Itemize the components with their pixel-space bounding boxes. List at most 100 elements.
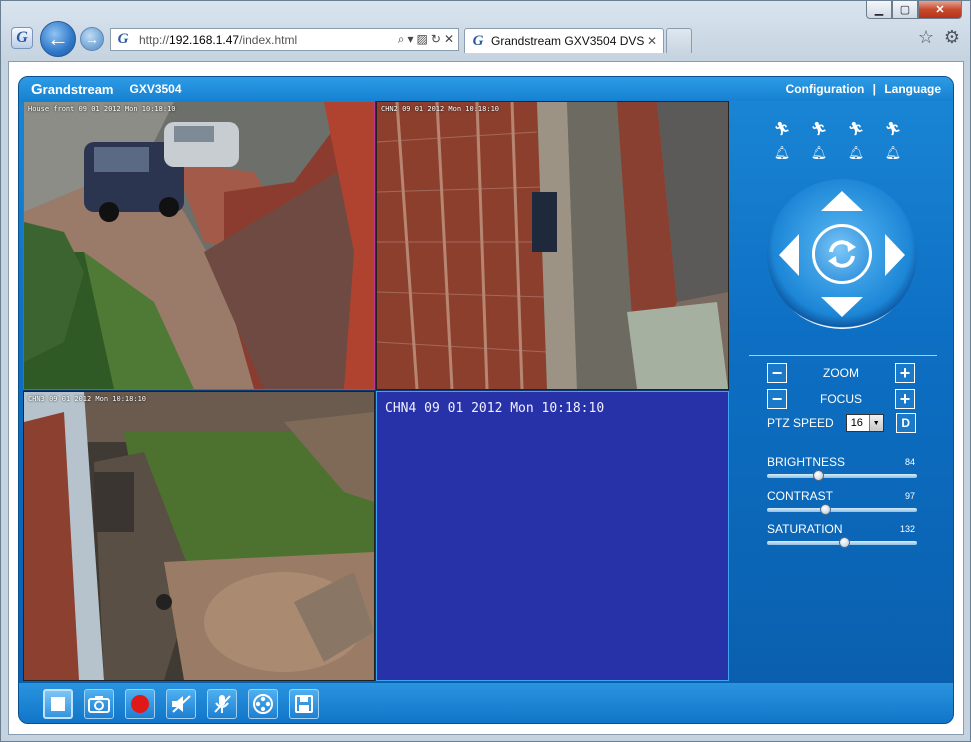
alarm-channel-1: 🏃︎ 🔔︎ bbox=[773, 121, 791, 161]
camera-icon bbox=[88, 696, 110, 713]
brightness-slider-thumb[interactable] bbox=[812, 470, 824, 481]
focus-label: FOCUS bbox=[820, 392, 862, 406]
zoom-row: − ZOOM + bbox=[767, 363, 915, 383]
maximize-button[interactable]: ▢ bbox=[892, 1, 918, 19]
focus-in-button[interactable]: + bbox=[895, 389, 915, 409]
audio-mute-button[interactable] bbox=[166, 689, 196, 719]
video-channel-1[interactable]: House front 09 01 2012 Mon 10:18:10 bbox=[23, 101, 375, 390]
floppy-disk-icon bbox=[295, 695, 313, 713]
saturation-control: SATURATION 132 bbox=[767, 522, 919, 548]
contrast-slider-thumb[interactable] bbox=[819, 504, 831, 515]
chevron-down-icon: ▼ bbox=[868, 415, 883, 431]
tab-grandstream[interactable]: G Grandstream GXV3504 DVS ✕ bbox=[464, 28, 664, 53]
ptz-down-button[interactable] bbox=[821, 297, 863, 317]
ptz-control-pad bbox=[767, 179, 917, 329]
saturation-slider[interactable] bbox=[767, 537, 917, 548]
film-reel-icon bbox=[253, 694, 273, 714]
speaker-muted-icon bbox=[172, 695, 191, 713]
saturation-slider-thumb[interactable] bbox=[838, 537, 850, 548]
contrast-control: CONTRAST 97 bbox=[767, 489, 919, 515]
camera-1-feed bbox=[24, 102, 374, 389]
configuration-link[interactable]: Configuration bbox=[786, 82, 865, 96]
stop-icon[interactable]: ✕ bbox=[444, 32, 454, 47]
zoom-label: ZOOM bbox=[823, 366, 859, 380]
rotate-arrows-icon bbox=[828, 240, 856, 268]
ptz-d-button[interactable]: D bbox=[895, 413, 916, 433]
camera-2-feed bbox=[377, 102, 728, 389]
link-separator: | bbox=[872, 82, 876, 96]
brand-name: Grandstream bbox=[31, 80, 114, 98]
url-text[interactable]: http://192.168.1.47/index.html bbox=[139, 33, 398, 47]
brightness-slider[interactable] bbox=[767, 470, 917, 481]
contrast-value: 97 bbox=[904, 491, 915, 501]
bell-icon: 🔔︎ bbox=[847, 145, 865, 160]
arrow-left-icon: ← bbox=[47, 26, 69, 51]
video-channel-3[interactable]: CHN3 09 01 2012 Mon 10:18:10 bbox=[23, 391, 375, 681]
tab-close-icon[interactable]: ✕ bbox=[647, 34, 657, 48]
record-button[interactable] bbox=[125, 689, 155, 719]
url-host: 192.168.1.47 bbox=[169, 32, 240, 47]
ptz-right-button[interactable] bbox=[885, 234, 905, 276]
close-window-button[interactable]: ✕ bbox=[918, 1, 962, 19]
ptz-up-button[interactable] bbox=[821, 191, 863, 211]
minimize-button[interactable]: ▁ bbox=[866, 1, 892, 19]
bell-icon: 🔔︎ bbox=[773, 145, 791, 160]
new-tab-button[interactable] bbox=[666, 28, 692, 53]
page-content: Grandstream GXV3504 Configuration | Lang… bbox=[8, 61, 964, 735]
zoom-out-button[interactable]: − bbox=[767, 363, 787, 383]
saturation-value: 132 bbox=[899, 524, 915, 534]
arrow-right-icon: → bbox=[85, 31, 99, 47]
contrast-slider[interactable] bbox=[767, 504, 917, 515]
microphone-mute-button[interactable] bbox=[207, 689, 237, 719]
saturation-label: SATURATION bbox=[767, 522, 843, 536]
model-name: GXV3504 bbox=[129, 82, 182, 96]
motion-icon: 🏃︎ bbox=[773, 121, 791, 136]
dropdown-icon[interactable]: ▾ bbox=[408, 32, 414, 47]
search-icon[interactable]: ⌕ bbox=[398, 32, 405, 47]
language-link[interactable]: Language bbox=[884, 82, 941, 96]
compatibility-icon[interactable]: ▨ bbox=[417, 32, 428, 47]
alarm-indicators: 🏃︎ 🔔︎ 🏃︎ 🔔︎ 🏃︎ 🔔︎ 🏃︎ 🔔︎ bbox=[773, 121, 902, 161]
ptz-left-button[interactable] bbox=[779, 234, 799, 276]
ptz-auto-button[interactable] bbox=[812, 224, 872, 284]
alarm-channel-2: 🏃︎ 🔔︎ bbox=[810, 121, 828, 161]
playback-button[interactable] bbox=[248, 689, 278, 719]
panel-divider bbox=[749, 355, 937, 356]
site-favicon-icon: G bbox=[117, 31, 129, 47]
motion-icon: 🏃︎ bbox=[810, 121, 828, 136]
focus-row: − FOCUS + bbox=[767, 389, 915, 409]
microphone-muted-icon bbox=[214, 695, 231, 713]
save-button[interactable] bbox=[289, 689, 319, 719]
snapshot-button[interactable] bbox=[84, 689, 114, 719]
zoom-in-button[interactable]: + bbox=[895, 363, 915, 383]
brightness-label: BRIGHTNESS bbox=[767, 455, 846, 469]
bell-icon: 🔔︎ bbox=[884, 145, 902, 160]
camera-3-feed bbox=[24, 392, 374, 680]
ptz-speed-row: PTZ SPEED 16 ▼ D bbox=[767, 413, 916, 433]
window-controls: ▁ ▢ ✕ bbox=[866, 1, 962, 19]
alarm-channel-3: 🏃︎ 🔔︎ bbox=[847, 121, 865, 161]
channel-3-osd: CHN3 09 01 2012 Mon 10:18:10 bbox=[28, 395, 147, 403]
ptz-speed-label: PTZ SPEED bbox=[767, 416, 834, 430]
address-bar[interactable]: G http://192.168.1.47/index.html ⌕ ▾ ▨ ↻… bbox=[110, 28, 459, 51]
motion-icon: 🏃︎ bbox=[884, 121, 902, 136]
grandstream-logo-icon: G bbox=[11, 27, 33, 49]
favorites-star-icon[interactable]: ☆ bbox=[918, 27, 934, 48]
stop-button[interactable] bbox=[43, 689, 73, 719]
dvs-app: Grandstream GXV3504 Configuration | Lang… bbox=[18, 76, 954, 724]
motion-icon: 🏃︎ bbox=[847, 121, 865, 136]
video-grid: House front 09 01 2012 Mon 10:18:10 CHN2… bbox=[23, 101, 729, 681]
forward-button[interactable]: → bbox=[80, 27, 104, 51]
ptz-speed-select[interactable]: 16 ▼ bbox=[845, 414, 884, 432]
channel-4-osd: CHN4 09 01 2012 Mon 10:18:10 bbox=[385, 401, 605, 416]
alarm-channel-4: 🏃︎ 🔔︎ bbox=[884, 121, 902, 161]
refresh-icon[interactable]: ↻ bbox=[431, 32, 441, 47]
brightness-control: BRIGHTNESS 84 bbox=[767, 455, 919, 481]
video-channel-2[interactable]: CHN2 09 01 2012 Mon 10:18:10 bbox=[376, 101, 729, 390]
video-channel-4[interactable]: CHN4 09 01 2012 Mon 10:18:10 bbox=[376, 391, 729, 681]
back-button[interactable]: ← bbox=[40, 21, 76, 57]
tools-gear-icon[interactable]: ⚙ bbox=[944, 27, 960, 48]
record-icon bbox=[131, 695, 149, 713]
focus-out-button[interactable]: − bbox=[767, 389, 787, 409]
contrast-label: CONTRAST bbox=[767, 489, 833, 503]
